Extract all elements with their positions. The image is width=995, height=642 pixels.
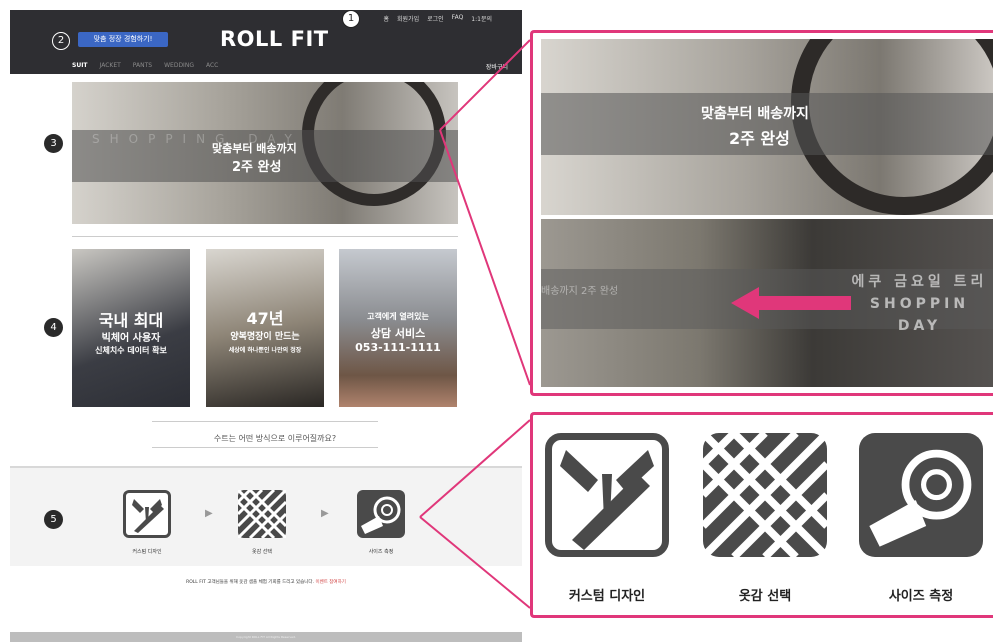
slide-left-arrow-icon xyxy=(731,287,851,319)
zoom-ghost-left: 배송까지 2주 완성 xyxy=(541,286,619,297)
zoom-panel-hero: 맞춤부터 배송까지 2주 완성 배송까지 2주 완성 에쿠 금요일 트리 SHO… xyxy=(530,30,993,396)
zoom-hero-top: 맞춤부터 배송까지 2주 완성 xyxy=(541,39,993,215)
fabric-weave-icon xyxy=(700,430,830,560)
zoom-step-2-label: 옷감 선택 xyxy=(738,589,792,604)
zoom-hero-line-1: 맞춤부터 배송까지 xyxy=(701,106,809,122)
zoom-hero-line-2: 2주 완성 xyxy=(729,129,790,148)
zoom-hero-transition: 배송까지 2주 완성 에쿠 금요일 트리 SHOPPIN DAY xyxy=(541,219,993,387)
suit-tie-pen-icon xyxy=(545,433,669,557)
zoom-step-3-label: 사이즈 측정 xyxy=(888,589,954,604)
zoom-ghost-right: 에쿠 금요일 트리 SHOPPIN DAY xyxy=(851,274,988,334)
tape-measure-icon xyxy=(859,433,983,557)
zoom-step-1-label: 커스텀 디자인 xyxy=(568,589,646,604)
zoom-panel-steps: 커스텀 디자인 옷감 선택 사이즈 측정 xyxy=(530,412,993,618)
